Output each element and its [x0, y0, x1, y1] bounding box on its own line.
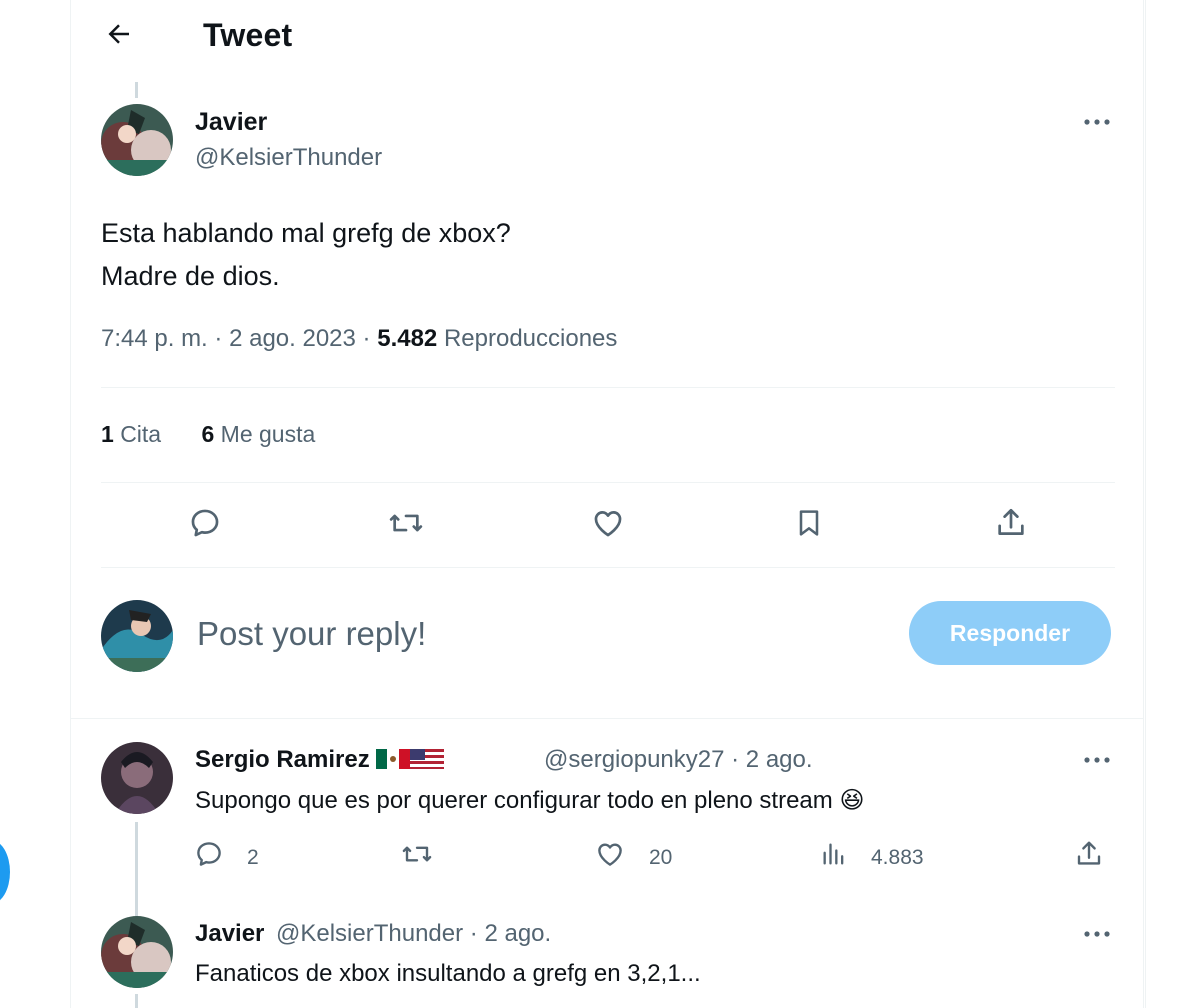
- reply-text: Supongo que es por querer configurar tod…: [195, 787, 865, 814]
- reply-avatar[interactable]: [101, 916, 173, 988]
- reply-author-name[interactable]: Sergio Ramirez: [195, 746, 445, 774]
- tweet-stats: 1 Cita 6 Me gusta: [101, 421, 315, 448]
- author-avatar[interactable]: [101, 104, 173, 176]
- thread-connector: [135, 822, 138, 918]
- more-icon: [1083, 925, 1111, 943]
- page-header: Tweet: [71, 0, 1143, 72]
- bookmark-button[interactable]: [787, 503, 831, 547]
- likes-count: 6: [201, 421, 215, 447]
- share-button[interactable]: [989, 503, 1033, 547]
- reply-input[interactable]: [197, 608, 897, 660]
- reply-more-button[interactable]: [1079, 742, 1115, 778]
- like-count: 20: [649, 846, 673, 869]
- heart-icon: [595, 839, 625, 874]
- reply-button[interactable]: [183, 503, 227, 547]
- reply-submit-button[interactable]: Responder: [909, 601, 1111, 665]
- reply-icon: [188, 506, 222, 545]
- like-button[interactable]: [586, 503, 630, 547]
- retweet-button[interactable]: [384, 503, 428, 547]
- tweet-meta: 7:44 p. m. · 2 ago. 2023 · 5.482 Reprodu…: [101, 325, 618, 352]
- reply-retweet-button[interactable]: [397, 836, 437, 876]
- reply-time[interactable]: · 2 ago.: [470, 920, 551, 947]
- more-icon: [1083, 113, 1111, 131]
- divider: [101, 567, 1115, 568]
- share-icon: [994, 506, 1028, 545]
- likes-label: Me gusta: [220, 421, 316, 447]
- analytics-icon: [820, 840, 848, 873]
- reply-like-button[interactable]: [590, 836, 630, 876]
- tweet-time[interactable]: 7:44 p. m.: [101, 325, 208, 352]
- quotes-label: Cita: [120, 421, 162, 447]
- reply-reply-button[interactable]: [189, 836, 229, 876]
- divider: [101, 482, 1115, 483]
- current-user-avatar[interactable]: [101, 600, 173, 672]
- reply-count: 2: [247, 846, 259, 869]
- author-name[interactable]: Javier: [195, 108, 267, 137]
- divider: [71, 718, 1143, 719]
- quotes-count: 1: [101, 421, 114, 447]
- tweet-column: Tweet Javier @KelsierThunder Esta hablan…: [70, 0, 1144, 1008]
- reply-author-handle[interactable]: @sergiopunky27 · 2 ago.: [544, 746, 813, 774]
- retweet-icon: [387, 506, 425, 545]
- quotes-stat[interactable]: 1 Cita: [101, 421, 161, 448]
- laughing-emoji: 😆: [839, 787, 865, 814]
- mexico-flag-icon: [376, 748, 411, 770]
- author-handle[interactable]: @KelsierThunder: [195, 144, 382, 172]
- sidebar-divider: [1145, 0, 1146, 1008]
- reply-text: Fanaticos de xbox insultando a grefg en …: [195, 960, 701, 987]
- reply-icon: [194, 839, 224, 874]
- views-label: Reproducciones: [443, 325, 618, 352]
- reply-views-button[interactable]: [814, 836, 854, 876]
- share-icon: [1074, 839, 1104, 874]
- back-button[interactable]: [99, 16, 139, 56]
- views-count: 5.482: [377, 325, 438, 352]
- likes-stat[interactable]: 6 Me gusta: [201, 421, 315, 448]
- more-icon: [1083, 751, 1111, 769]
- retweet-icon: [400, 839, 434, 874]
- thread-connector: [135, 994, 138, 1008]
- reply-more-button[interactable]: [1079, 916, 1115, 952]
- more-options-button[interactable]: [1079, 104, 1115, 140]
- reply-time[interactable]: · 2 ago.: [731, 746, 812, 773]
- page-title: Tweet: [203, 17, 293, 53]
- tweet-date[interactable]: 2 ago. 2023: [229, 325, 356, 352]
- thread-connector: [135, 82, 138, 98]
- view-count: 4.883: [871, 846, 924, 869]
- bookmark-icon: [793, 506, 825, 545]
- reply-share-button[interactable]: [1069, 836, 1109, 876]
- usa-flag-icon: [410, 748, 445, 770]
- arrow-left-icon: [104, 19, 134, 54]
- heart-icon: [591, 506, 625, 545]
- divider: [101, 387, 1115, 388]
- compose-fab[interactable]: [0, 840, 10, 904]
- reply-author-name[interactable]: Javier: [195, 920, 264, 948]
- reply-avatar[interactable]: [101, 742, 173, 814]
- tweet-text: Esta hablando mal grefg de xbox? Madre d…: [101, 218, 511, 291]
- reply-author-handle[interactable]: @KelsierThunder · 2 ago.: [276, 920, 551, 948]
